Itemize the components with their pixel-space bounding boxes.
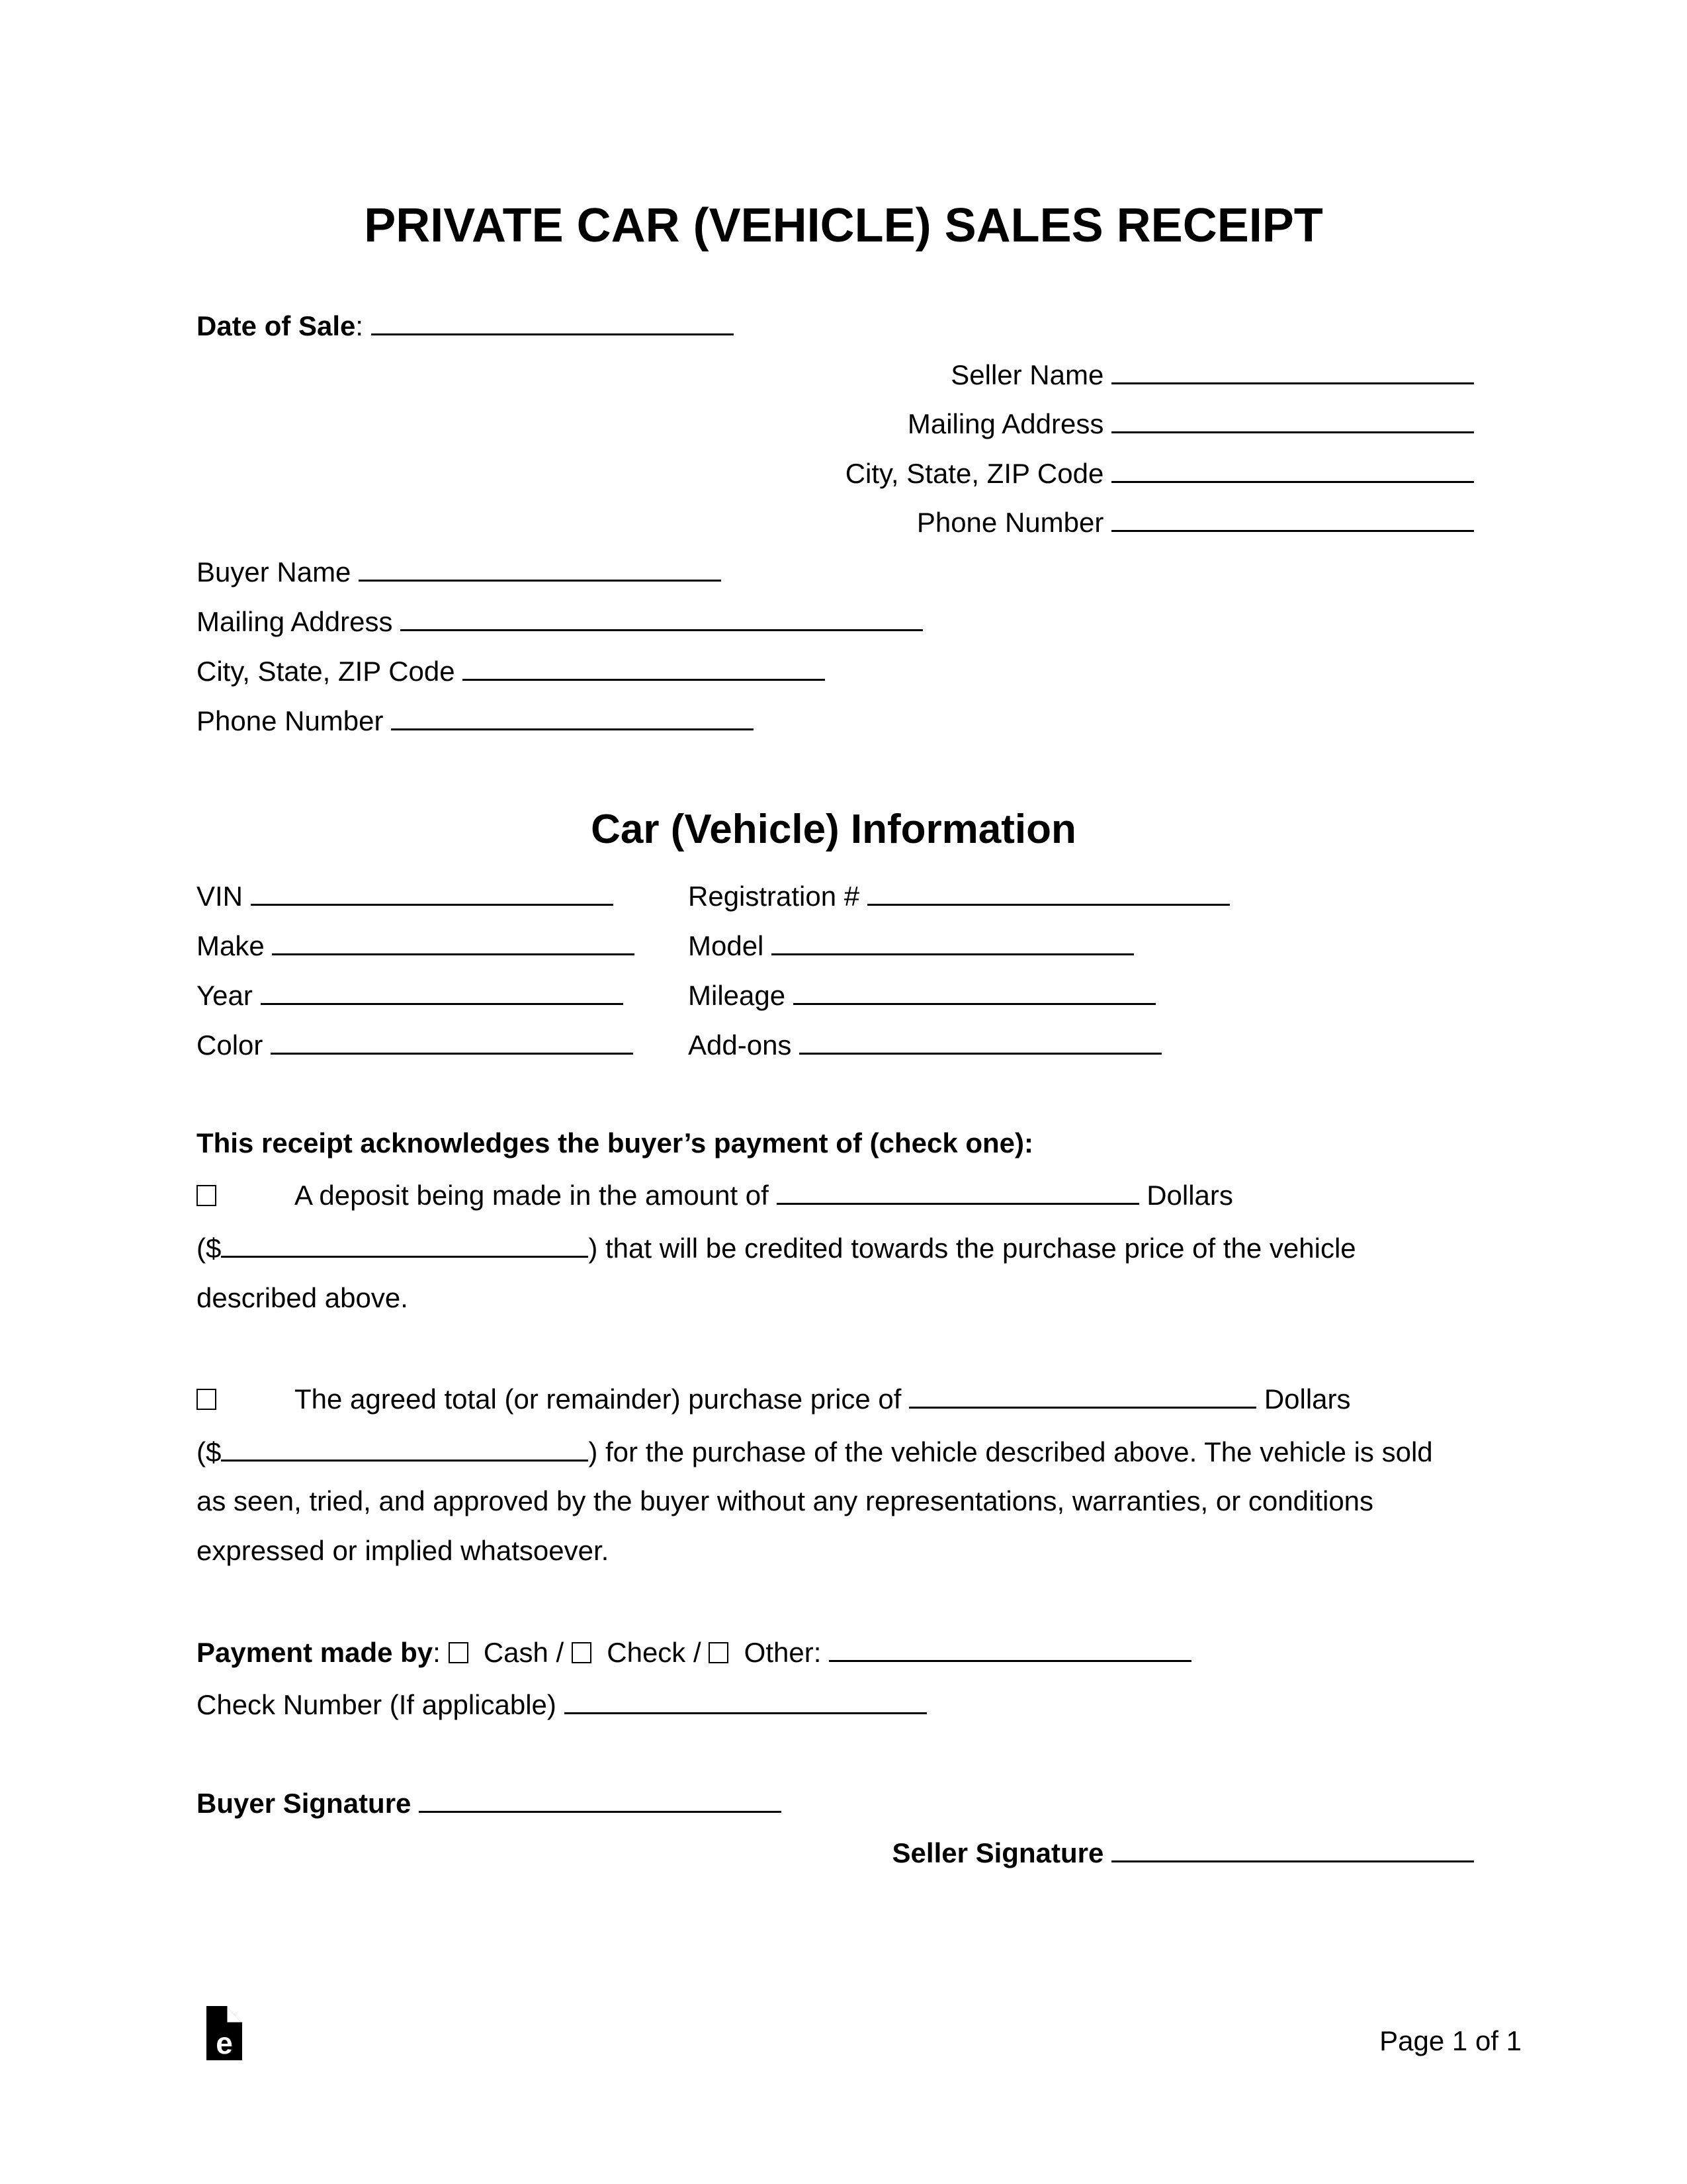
color-label: Color	[196, 1029, 263, 1061]
other-label: Other:	[744, 1637, 822, 1668]
vehicle-color-row: Color	[196, 1029, 634, 1062]
check-checkbox[interactable]	[571, 1642, 591, 1663]
seller-name-row: Seller Name	[951, 359, 1474, 392]
buyer-phone-field[interactable]	[391, 706, 754, 730]
total-line-1: The agreed total (or remainder) purchase…	[294, 1383, 1351, 1415]
date-of-sale-row: Date of Sale:	[196, 310, 734, 343]
buyer-name-label: Buyer Name	[196, 556, 351, 588]
mileage-field[interactable]	[793, 981, 1156, 1005]
model-label: Model	[688, 930, 764, 961]
buyer-signature-field[interactable]	[419, 1788, 782, 1813]
seller-city-state-zip-field[interactable]	[1111, 459, 1474, 483]
seller-name-field[interactable]	[1111, 360, 1474, 384]
vehicle-vin-row: VIN	[196, 880, 613, 913]
total-amount-numeric-field[interactable]	[221, 1437, 589, 1462]
seller-signature-label: Seller Signature	[892, 1837, 1104, 1868]
registration-field[interactable]	[867, 881, 1230, 906]
buyer-city-row: City, State, ZIP Code	[196, 655, 826, 688]
addons-label: Add-ons	[688, 1029, 792, 1061]
page-number: Page 1 of 1	[1379, 2025, 1522, 2056]
vin-field[interactable]	[250, 881, 613, 906]
payment-heading: This receipt acknowledges the buyer’s pa…	[196, 1127, 1034, 1158]
seller-signature-row: Seller Signature	[892, 1837, 1474, 1870]
vehicle-registration-row: Registration #	[688, 880, 1230, 913]
deposit-amount-words-field[interactable]	[776, 1180, 1139, 1205]
eforms-logo-icon: e	[206, 2006, 242, 2060]
check-label: Check /	[607, 1637, 701, 1668]
payment-method-label: Payment made by	[196, 1637, 433, 1668]
seller-address-row: Mailing Address	[908, 408, 1474, 441]
deposit-line-2: ($) that will be credited towards the pu…	[196, 1233, 1356, 1264]
payment-method-row: Payment made by: Cash / Check / Other:	[196, 1636, 1192, 1669]
seller-mailing-address-label: Mailing Address	[907, 408, 1104, 439]
total-line-3: as seen, tried, and approved by the buye…	[196, 1485, 1374, 1516]
total-amount-words-field[interactable]	[909, 1384, 1257, 1409]
color-field[interactable]	[271, 1030, 634, 1055]
check-number-row: Check Number (If applicable)	[196, 1688, 927, 1722]
vehicle-section-title: Car (Vehicle) Information	[591, 807, 1076, 852]
seller-city-row: City, State, ZIP Code	[845, 457, 1474, 490]
model-field[interactable]	[771, 931, 1135, 955]
total-line-4: expressed or implied whatsoever.	[196, 1535, 609, 1566]
total-price-checkbox[interactable]	[196, 1389, 216, 1410]
date-of-sale-label: Date of Sale	[196, 310, 356, 341]
seller-mailing-address-field[interactable]	[1111, 409, 1474, 433]
cash-checkbox[interactable]	[448, 1642, 468, 1663]
registration-label: Registration #	[688, 881, 860, 912]
seller-phone-row: Phone Number	[917, 506, 1474, 539]
seller-signature-field[interactable]	[1111, 1838, 1474, 1862]
check-number-field[interactable]	[564, 1690, 927, 1714]
year-field[interactable]	[260, 981, 623, 1005]
buyer-address-row: Mailing Address	[196, 605, 924, 638]
buyer-city-state-zip-label: City, State, ZIP Code	[196, 656, 455, 687]
buyer-phone-row: Phone Number	[196, 705, 754, 738]
total-line-2: ($) for the purchase of the vehicle desc…	[196, 1436, 1433, 1467]
deposit-option-row	[196, 1179, 216, 1212]
buyer-city-state-zip-field[interactable]	[462, 656, 826, 681]
check-number-label: Check Number (If applicable)	[196, 1689, 556, 1720]
deposit-line-3: described above.	[196, 1282, 408, 1313]
buyer-mailing-address-label: Mailing Address	[196, 606, 393, 637]
buyer-signature-label: Buyer Signature	[196, 1788, 411, 1819]
year-label: Year	[196, 980, 253, 1011]
total-option-row	[196, 1383, 216, 1416]
other-payment-field[interactable]	[829, 1638, 1192, 1662]
make-field[interactable]	[272, 931, 635, 955]
deposit-line-1: A deposit being made in the amount of Do…	[294, 1180, 1233, 1211]
other-checkbox[interactable]	[709, 1642, 729, 1663]
vehicle-mileage-row: Mileage	[688, 979, 1156, 1012]
deposit-checkbox[interactable]	[196, 1185, 216, 1206]
buyer-name-field[interactable]	[359, 557, 722, 582]
buyer-phone-label: Phone Number	[196, 705, 384, 736]
vehicle-make-row: Make	[196, 930, 635, 963]
seller-city-state-zip-label: City, State, ZIP Code	[845, 458, 1104, 489]
buyer-mailing-address-field[interactable]	[400, 607, 924, 631]
addons-field[interactable]	[799, 1030, 1162, 1055]
date-of-sale-field[interactable]	[370, 311, 734, 335]
vin-label: VIN	[196, 881, 243, 912]
seller-phone-field[interactable]	[1111, 507, 1474, 532]
svg-text:e: e	[216, 2026, 233, 2060]
buyer-name-row: Buyer Name	[196, 556, 722, 589]
seller-phone-label: Phone Number	[916, 507, 1104, 538]
vehicle-year-row: Year	[196, 979, 623, 1012]
make-label: Make	[196, 930, 265, 961]
vehicle-model-row: Model	[688, 930, 1135, 963]
seller-name-label: Seller Name	[951, 359, 1104, 390]
mileage-label: Mileage	[688, 980, 786, 1011]
buyer-signature-row: Buyer Signature	[196, 1787, 782, 1820]
cash-label: Cash /	[483, 1637, 564, 1668]
vehicle-addons-row: Add-ons	[688, 1029, 1162, 1062]
document-title: PRIVATE CAR (VEHICLE) SALES RECEIPT	[364, 199, 1323, 252]
deposit-amount-numeric-field[interactable]	[221, 1233, 589, 1258]
